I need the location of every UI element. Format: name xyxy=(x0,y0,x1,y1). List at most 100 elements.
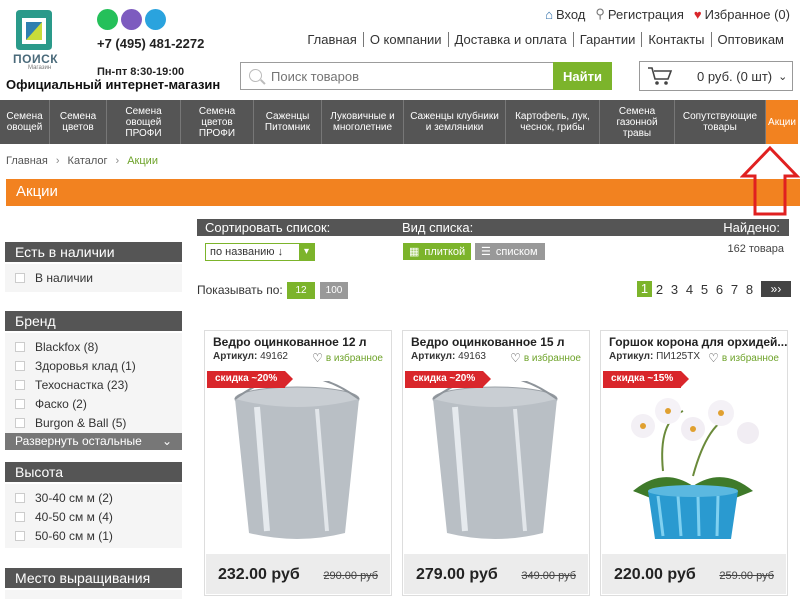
checkbox[interactable] xyxy=(15,398,25,409)
page-link[interactable]: 4 xyxy=(682,282,697,297)
checkbox[interactable] xyxy=(15,272,25,283)
category-item[interactable]: Семена газонной травы xyxy=(600,100,675,144)
checkbox[interactable] xyxy=(15,492,25,503)
filter-checkbox[interactable]: Здоровья клад (1) xyxy=(5,356,182,375)
category-item[interactable]: Саженцы Питомник xyxy=(254,100,322,144)
category-item[interactable]: Картофель, лук, чеснок, грибы xyxy=(506,100,600,144)
nav-contacts[interactable]: Контакты xyxy=(641,32,710,47)
filter-checkbox[interactable]: 50-60 см м (1) xyxy=(5,526,182,545)
sku-label: Артикул: xyxy=(609,351,654,362)
checkbox[interactable] xyxy=(15,379,25,390)
favorites-label: в избранное xyxy=(721,352,779,364)
favorites-link[interactable]: ♥ Избранное (0) xyxy=(694,6,790,22)
logo-subtitle: Магазин xyxy=(28,65,52,71)
category-item[interactable]: Сопутствующие товары xyxy=(675,100,766,144)
nav-home[interactable]: Главная xyxy=(301,32,362,47)
product-title[interactable]: Горшок корона для орхидей... xyxy=(609,335,787,349)
checkbox[interactable] xyxy=(15,341,25,352)
breadcrumb-current: Акции xyxy=(127,155,158,167)
filter-height-title[interactable]: Высота xyxy=(5,462,182,482)
expand-brands-button[interactable]: Развернуть остальные ⌄ xyxy=(5,433,182,450)
list-icon: ☰ xyxy=(481,246,491,258)
product-title[interactable]: Ведро оцинкованное 15 л xyxy=(411,335,589,349)
logo[interactable] xyxy=(12,6,57,58)
category-item[interactable]: Семена цветов ПРОФИ xyxy=(181,100,254,144)
add-to-favorites[interactable]: ♡ в избранное xyxy=(312,351,383,365)
page-link[interactable]: 7 xyxy=(727,282,742,297)
checkbox[interactable] xyxy=(15,530,25,541)
category-item[interactable]: Луковичные и многолетние xyxy=(322,100,404,144)
filter-option-label: Burgon & Ball (5) xyxy=(35,415,127,430)
favorites-label: в избранное xyxy=(325,352,383,364)
filter-checkbox[interactable]: Blackfox (8) xyxy=(5,337,182,356)
filter-option-label: Blackfox (8) xyxy=(35,339,99,354)
per-page-label: Показывать по: xyxy=(197,283,283,297)
view-grid-button[interactable]: ▦ плиткой xyxy=(403,243,471,260)
per-page-option[interactable]: 100 xyxy=(320,282,348,299)
page-link[interactable]: 5 xyxy=(697,282,712,297)
filter-place-title[interactable]: Место выращивания xyxy=(5,568,182,588)
per-page-option[interactable]: 12 xyxy=(287,282,315,299)
product-sku: Артикул: ПИ125ТХ xyxy=(609,351,700,362)
checkbox[interactable] xyxy=(15,417,25,428)
home-icon: ⌂ xyxy=(545,6,553,22)
category-item[interactable]: Саженцы клубники и земляники xyxy=(404,100,506,144)
login-link[interactable]: ⌂ Вход xyxy=(545,6,585,22)
chevron-down-icon: ⌄ xyxy=(161,434,172,448)
search-button[interactable]: Найти xyxy=(553,62,612,90)
next-page-icon[interactable]: »› xyxy=(761,281,791,297)
product-image[interactable] xyxy=(415,381,575,546)
page-link[interactable]: 6 xyxy=(712,282,727,297)
product-image[interactable] xyxy=(217,381,377,546)
filter-checkbox[interactable]: 30-40 см м (2) xyxy=(5,488,182,507)
product-card[interactable]: Ведро оцинкованное 15 л Артикул: 49163 ♡… xyxy=(402,330,590,596)
category-item[interactable]: Семена овощей ПРОФИ xyxy=(107,100,181,144)
page-link[interactable]: 8 xyxy=(742,282,757,297)
filter-checkbox[interactable]: Фаско (2) xyxy=(5,394,182,413)
product-image[interactable] xyxy=(613,381,773,546)
page-link[interactable]: 2 xyxy=(652,282,667,297)
sku-value: 49163 xyxy=(458,351,486,362)
register-link[interactable]: ⚲ Регистрация xyxy=(595,6,684,22)
filter-brand-title[interactable]: Бренд xyxy=(5,311,182,331)
product-card[interactable]: Ведро оцинкованное 12 л Артикул: 49162 ♡… xyxy=(204,330,392,596)
nav-delivery[interactable]: Доставка и оплата xyxy=(447,32,573,47)
sort-select[interactable]: по названию ↓ ▾ xyxy=(205,243,315,261)
breadcrumb-catalog[interactable]: Каталог xyxy=(68,155,108,167)
page-link[interactable]: 3 xyxy=(667,282,682,297)
checkbox[interactable] xyxy=(15,511,25,522)
category-item[interactable]: Семена цветов xyxy=(50,100,107,144)
up-arrow-annotation-icon xyxy=(740,146,800,216)
view-grid-label: плиткой xyxy=(424,245,466,258)
product-card[interactable]: Горшок корона для орхидей... Артикул: ПИ… xyxy=(600,330,788,596)
add-to-favorites[interactable]: ♡ в избранное xyxy=(708,351,779,365)
whatsapp-icon[interactable] xyxy=(97,9,118,30)
checkbox[interactable] xyxy=(15,360,25,371)
category-item[interactable]: Семена овощей xyxy=(0,100,50,144)
category-item-active[interactable]: Акции xyxy=(766,100,798,144)
breadcrumb-home[interactable]: Главная xyxy=(6,155,48,167)
filter-checkbox[interactable]: Burgon & Ball (5) xyxy=(5,413,182,432)
viber-icon[interactable] xyxy=(121,9,142,30)
filter-checkbox[interactable]: В наличии xyxy=(5,268,182,287)
filter-checkbox[interactable]: Техоснастка (23) xyxy=(5,375,182,394)
cart-widget[interactable]: 0 руб. (0 шт) ⌄ xyxy=(639,61,793,91)
nav-guarantees[interactable]: Гарантии xyxy=(572,32,642,47)
page-link[interactable]: 1 xyxy=(637,281,652,297)
filter-option-label: 30-40 см м (2) xyxy=(35,490,113,505)
sort-label: Сортировать список: xyxy=(205,220,331,235)
add-to-favorites[interactable]: ♡ в избранное xyxy=(510,351,581,365)
phone-number[interactable]: +7 (495) 481-2272 xyxy=(97,36,204,51)
filter-availability-title[interactable]: Есть в наличии xyxy=(5,242,182,262)
heart-icon: ♡ xyxy=(312,351,323,365)
view-list-button[interactable]: ☰ списком xyxy=(475,243,545,260)
telegram-icon[interactable] xyxy=(145,9,166,30)
filter-height: 30-40 см м (2) 40-50 см м (4) 50-60 см м… xyxy=(5,484,182,548)
nav-wholesale[interactable]: Оптовикам xyxy=(710,32,791,47)
product-sku: Артикул: 49163 xyxy=(411,351,486,362)
product-title[interactable]: Ведро оцинкованное 12 л xyxy=(213,335,391,349)
filter-option-label: Фаско (2) xyxy=(35,396,87,411)
nav-about[interactable]: О компании xyxy=(362,32,448,47)
search-input[interactable] xyxy=(271,67,541,85)
filter-checkbox[interactable]: 40-50 см м (4) xyxy=(5,507,182,526)
